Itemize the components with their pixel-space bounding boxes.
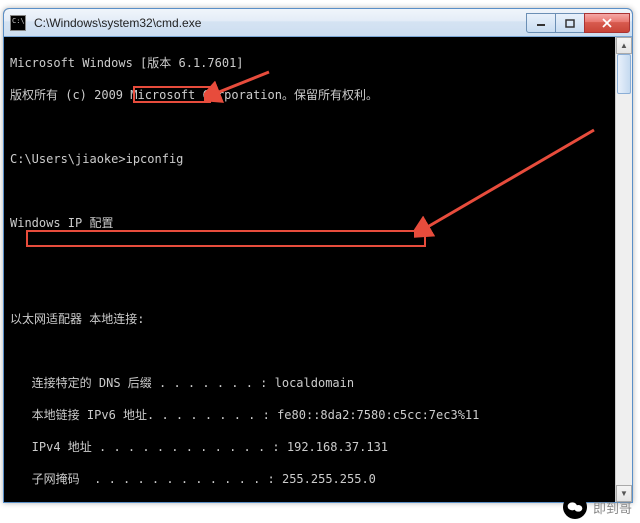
- prompt-prefix: C:\Users\jiaoke>: [10, 152, 126, 166]
- maximize-button[interactable]: [555, 13, 585, 33]
- close-button[interactable]: [584, 13, 630, 33]
- close-icon: [601, 18, 613, 28]
- watermark-text: 即到哥: [593, 498, 632, 517]
- wechat-icon: [563, 495, 587, 519]
- adapter1-mask: 子网掩码 . . . . . . . . . . . . : 255.255.2…: [10, 471, 632, 487]
- terminal-output[interactable]: Microsoft Windows [版本 6.1.7601] 版权所有 (c)…: [4, 37, 632, 502]
- scrollbar[interactable]: ▲ ▼: [615, 37, 632, 502]
- window-controls: [527, 13, 630, 33]
- cmd-icon: [10, 15, 26, 31]
- blank: [10, 119, 632, 135]
- window-title: C:\Windows\system32\cmd.exe: [32, 16, 527, 30]
- scroll-up-button[interactable]: ▲: [616, 37, 632, 54]
- blank: [10, 183, 632, 199]
- prompt-command: ipconfig: [126, 152, 184, 166]
- cmd-window: C:\Windows\system32\cmd.exe Microsoft Wi…: [3, 8, 633, 503]
- maximize-icon: [565, 18, 575, 28]
- blank: [10, 279, 632, 295]
- adapter1-dns-suffix: 连接特定的 DNS 后缀 . . . . . . . : localdomain: [10, 375, 632, 391]
- adapter1-ipv6-ll: 本地链接 IPv6 地址. . . . . . . . : fe80::8da2…: [10, 407, 632, 423]
- titlebar[interactable]: C:\Windows\system32\cmd.exe: [4, 9, 632, 37]
- watermark: 即到哥: [563, 495, 632, 519]
- adapter1-title: 以太网适配器 本地连接:: [10, 311, 632, 327]
- blank: [10, 343, 632, 359]
- ipconfig-title: Windows IP 配置: [10, 215, 632, 231]
- minimize-button[interactable]: [526, 13, 556, 33]
- header-line-1: Microsoft Windows [版本 6.1.7601]: [10, 55, 632, 71]
- header-line-2: 版权所有 (c) 2009 Microsoft Corporation。保留所有…: [10, 87, 632, 103]
- scroll-thumb[interactable]: [617, 54, 631, 94]
- minimize-icon: [536, 18, 546, 28]
- blank: [10, 247, 632, 263]
- adapter1-ipv4: IPv4 地址 . . . . . . . . . . . . : 192.16…: [10, 439, 632, 455]
- prompt-line-1: C:\Users\jiaoke>ipconfig: [10, 151, 632, 167]
